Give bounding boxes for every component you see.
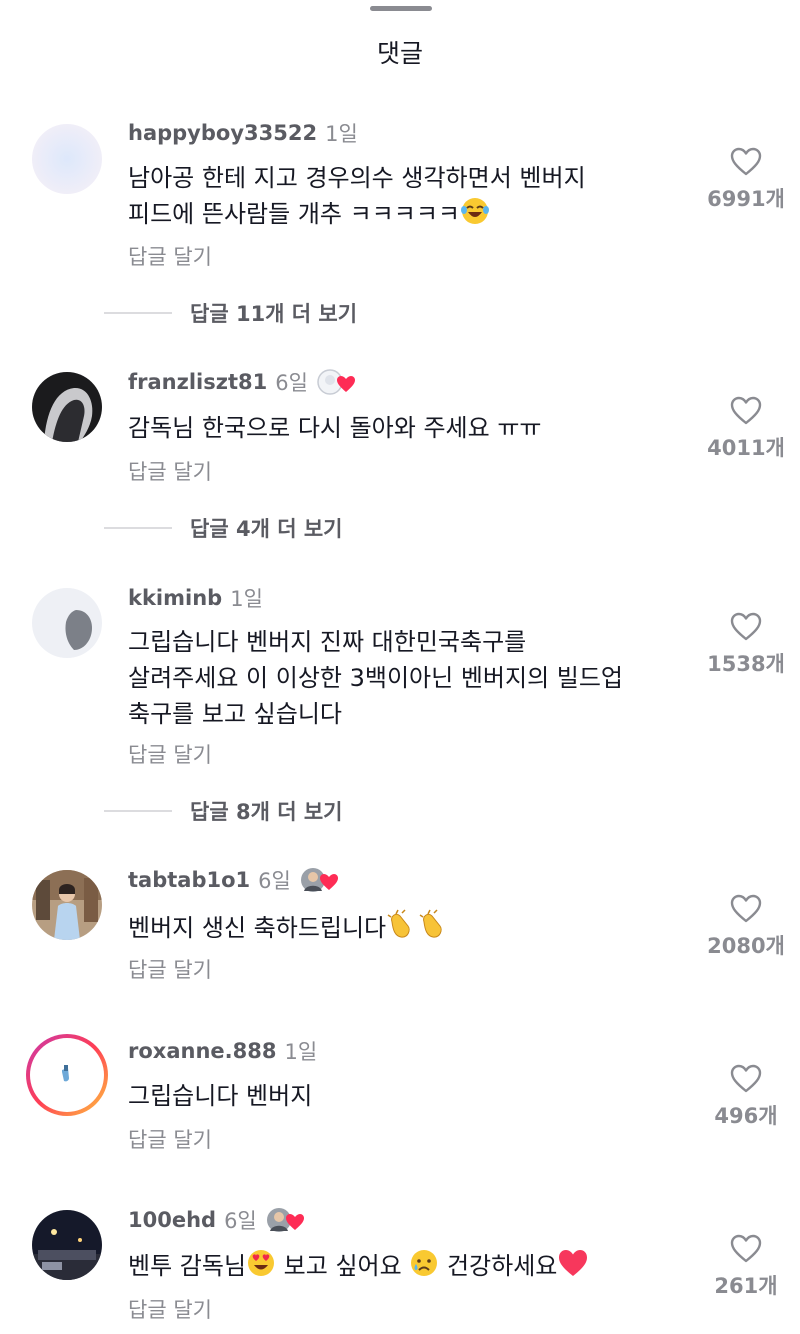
comment-line: 살려주세요 이 이상한 3백이아닌 벤버지의 빌드업 bbox=[128, 664, 624, 692]
username[interactable]: franzliszt81 bbox=[128, 370, 267, 394]
creator-liked-badge bbox=[265, 1205, 311, 1235]
comment-line-text: 피드에 뜬사람들 개추 ㅋㅋㅋㅋㅋ bbox=[128, 200, 461, 228]
comment-header: tabtab1o1 6일 bbox=[128, 865, 345, 895]
comment-time: 1일 bbox=[325, 122, 358, 146]
comment-header: franzliszt81 6일 bbox=[128, 367, 362, 397]
comment-line-text: 벤버지 생신 축하드립니다 bbox=[128, 914, 387, 942]
view-more-replies[interactable]: 답글 4개 더 보기 bbox=[104, 513, 342, 543]
comments-sheet: 댓글 happyboy33522 1일 남아공 한테 지고 경우의수 생각하면서… bbox=[0, 0, 800, 1334]
comment-header: happyboy33522 1일 bbox=[128, 118, 358, 148]
comment-time: 1일 bbox=[284, 1040, 318, 1064]
heart-icon bbox=[730, 396, 762, 425]
comment-text: 그립습니다 벤버지 진짜 대한민국축구를 살려주세요 이 이상한 3백이아닌 벤… bbox=[128, 624, 698, 732]
like-count: 496개 bbox=[714, 1104, 778, 1128]
sheet-title: 댓글 bbox=[376, 39, 423, 68]
like-button[interactable]: 1538개 bbox=[700, 612, 792, 678]
drag-handle[interactable] bbox=[370, 6, 432, 11]
username[interactable]: kkiminb bbox=[128, 586, 222, 610]
comment-text: 남아공 한테 지고 경우의수 생각하면서 벤버지 피드에 뜬사람들 개추 ㅋㅋㅋ… bbox=[128, 160, 698, 236]
heart-icon bbox=[730, 1234, 762, 1263]
face-with-tears-of-joy-icon bbox=[460, 196, 490, 236]
comment-time: 6일 bbox=[224, 1209, 257, 1233]
avatar[interactable] bbox=[32, 870, 102, 940]
heart-icon bbox=[730, 1064, 762, 1093]
comment-header: kkiminb 1일 bbox=[128, 583, 263, 613]
red-heart-icon bbox=[557, 1248, 589, 1288]
like-count: 4011개 bbox=[707, 436, 785, 460]
like-count: 261개 bbox=[714, 1274, 778, 1298]
heart-eyes-icon bbox=[246, 1248, 276, 1288]
username[interactable]: roxanne.888 bbox=[128, 1039, 276, 1063]
heart-icon bbox=[730, 894, 762, 923]
like-button[interactable]: 261개 bbox=[700, 1234, 792, 1300]
creator-liked-badge bbox=[316, 367, 362, 397]
username[interactable]: happyboy33522 bbox=[128, 121, 317, 145]
divider bbox=[104, 810, 172, 812]
comment-text-part: 벤투 감독님 bbox=[128, 1252, 247, 1280]
comment-text: 그립습니다 벤버지 bbox=[128, 1078, 698, 1114]
comment-line: 벤버지 생신 축하드립니다 bbox=[128, 908, 698, 950]
reply-button[interactable]: 답글 달기 bbox=[128, 241, 212, 271]
creator-liked-badge bbox=[299, 865, 345, 895]
comment-text: 감독님 한국으로 다시 돌아와 주세요 ㅠㅠ bbox=[128, 410, 698, 446]
comment-line: 벤투 감독님 보고 싶어요 건강하세요 bbox=[128, 1248, 698, 1288]
like-button[interactable]: 2080개 bbox=[700, 894, 792, 960]
comment-line: 피드에 뜬사람들 개추 ㅋㅋㅋㅋㅋ bbox=[128, 196, 698, 236]
like-button[interactable]: 6991개 bbox=[700, 147, 792, 213]
username[interactable]: 100ehd bbox=[128, 1208, 216, 1232]
reply-button[interactable]: 답글 달기 bbox=[128, 739, 212, 769]
comment-text-part: 건강하세요 bbox=[439, 1252, 558, 1280]
like-count: 6991개 bbox=[707, 187, 785, 211]
avatar[interactable] bbox=[32, 1210, 102, 1280]
comment-line: 그립습니다 벤버지 bbox=[128, 1082, 313, 1110]
username[interactable]: tabtab1o1 bbox=[128, 868, 250, 892]
comment-time: 6일 bbox=[275, 371, 308, 395]
view-more-replies[interactable]: 답글 11개 더 보기 bbox=[104, 298, 357, 328]
comment-line: 남아공 한테 지고 경우의수 생각하면서 벤버지 bbox=[128, 164, 586, 192]
comment-text: 벤투 감독님 보고 싶어요 건강하세요 bbox=[128, 1248, 698, 1288]
comment-text: 벤버지 생신 축하드립니다 bbox=[128, 908, 698, 950]
divider bbox=[104, 312, 172, 314]
view-more-replies-label: 답글 11개 더 보기 bbox=[190, 302, 358, 326]
heart-icon bbox=[730, 147, 762, 176]
reply-button[interactable]: 답글 달기 bbox=[128, 456, 212, 486]
like-count: 2080개 bbox=[707, 934, 785, 958]
comment-header: roxanne.888 1일 bbox=[128, 1036, 317, 1066]
comment-line: 감독님 한국으로 다시 돌아와 주세요 ㅠㅠ bbox=[128, 414, 542, 442]
heart-icon bbox=[730, 612, 762, 641]
crying-face-icon bbox=[409, 1248, 439, 1288]
comment-line: 축구를 보고 싶습니다 bbox=[128, 700, 342, 728]
view-more-replies[interactable]: 답글 8개 더 보기 bbox=[104, 796, 342, 826]
comment-time: 6일 bbox=[258, 869, 291, 893]
comment-text-part: 보고 싶어요 bbox=[276, 1252, 410, 1280]
comment-header: 100ehd 6일 bbox=[128, 1205, 311, 1235]
avatar[interactable] bbox=[32, 372, 102, 442]
reply-button[interactable]: 답글 달기 bbox=[128, 954, 212, 984]
view-more-replies-label: 답글 8개 더 보기 bbox=[190, 800, 343, 824]
reply-button[interactable]: 답글 달기 bbox=[128, 1294, 212, 1324]
divider bbox=[104, 527, 172, 529]
like-button[interactable]: 496개 bbox=[700, 1064, 792, 1130]
comment-time: 1일 bbox=[230, 587, 263, 611]
avatar[interactable] bbox=[32, 588, 102, 658]
view-more-replies-label: 답글 4개 더 보기 bbox=[190, 517, 343, 541]
avatar[interactable] bbox=[32, 124, 102, 194]
avatar-story-ring[interactable] bbox=[24, 1032, 110, 1118]
comment-line: 그립습니다 벤버지 진짜 대한민국축구를 bbox=[128, 628, 527, 656]
clapping-hands-icon bbox=[386, 908, 450, 950]
like-count: 1538개 bbox=[707, 652, 785, 676]
reply-button[interactable]: 답글 달기 bbox=[128, 1124, 212, 1154]
like-button[interactable]: 4011개 bbox=[700, 396, 792, 462]
